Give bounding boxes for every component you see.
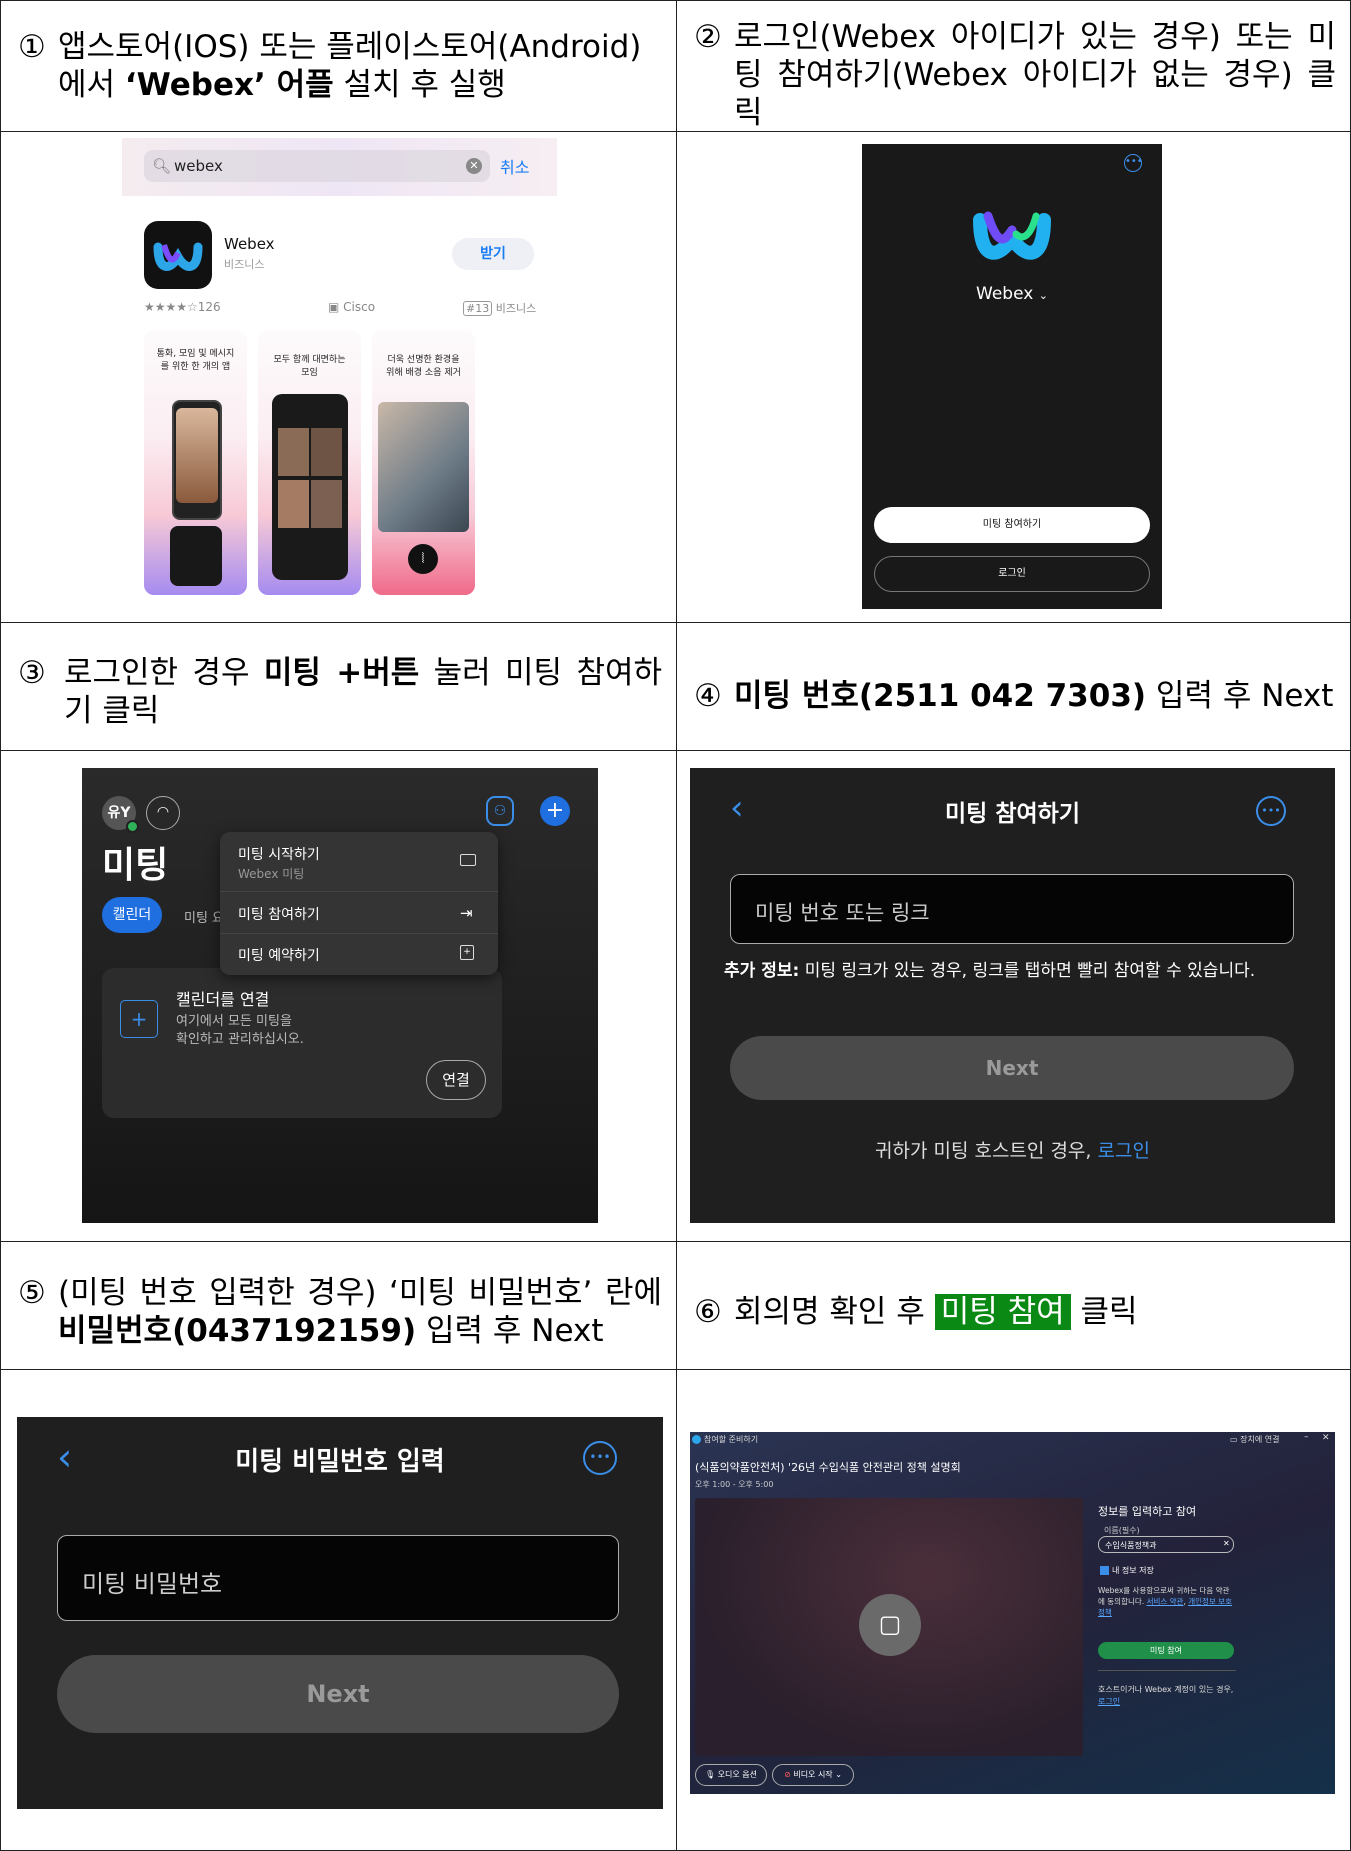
schedule-icon: +	[460, 945, 474, 960]
rank-label: #13 비즈니스	[463, 300, 536, 316]
app-category: 비즈니스	[224, 258, 265, 271]
tab-calendar[interactable]: 캘린더	[102, 897, 162, 933]
step5-text: ⑤ (미팅 번호 입력한 경우) ‘미팅 비밀번호’ 란에 비밀번호(04371…	[18, 1275, 662, 1349]
password-screenshot: ‹ 미팅 비밀번호 입력 ••• 미팅 비밀번호 Next	[17, 1417, 663, 1809]
menu-schedule-meeting[interactable]: 미팅 예약하기 +	[220, 934, 498, 975]
step1-text: ① 앱스토어(IOS) 또는 플레이스토어(Android) 에서 ‘Webex’…	[18, 29, 642, 103]
name-input[interactable]: 수입식품정책과 ✕	[1098, 1536, 1234, 1553]
webex-splash-screenshot: ••• Webex ⌄ 미팅 참여하기 로그인	[862, 144, 1162, 609]
video-off-icon: ⊘	[784, 1770, 794, 1779]
connect-button[interactable]: 연결	[426, 1060, 486, 1100]
webex-app-icon[interactable]	[144, 221, 212, 289]
desktop-join-screenshot: 참여할 준비하기 ▭ 장치에 연결 – ✕ (식품의약품안전처) '26년 수입…	[690, 1432, 1335, 1794]
minimize-icon[interactable]: –	[1304, 1432, 1309, 1442]
preview-card-2: 모두 함께 대면하는 모임	[258, 330, 361, 595]
video-preview: ▢	[695, 1498, 1083, 1756]
wifi-icon[interactable]: ◠	[146, 796, 180, 830]
more-icon[interactable]: •••	[583, 1441, 617, 1475]
calendar-add-icon: +	[120, 1000, 158, 1038]
app-rating: ★★★★☆126	[144, 300, 221, 314]
device-icon: ▭	[1230, 1435, 1241, 1444]
join-meeting-screenshot: ‹ 미팅 참여하기 ••• 미팅 번호 또는 링크 추가 정보: 미팅 링크가 …	[690, 768, 1335, 1223]
menu-start-meeting[interactable]: 미팅 시작하기 Webex 미팅	[220, 832, 498, 892]
login-button[interactable]: 로그인	[874, 556, 1150, 592]
audio-options-button[interactable]: 🎙︎ 오디오 옵션	[695, 1764, 767, 1786]
next-button[interactable]: Next	[57, 1655, 619, 1733]
login-link[interactable]: 로그인	[1098, 1697, 1120, 1706]
more-icon[interactable]: •••	[1124, 154, 1143, 172]
webex-logo	[970, 202, 1054, 268]
step3-text: ③ 로그인한 경우 미팅 +버튼 눌러 미팅 참여하기 클릭	[18, 655, 662, 729]
cancel-button[interactable]: 취소	[500, 154, 529, 178]
mic-icon: 🎙︎	[704, 1770, 718, 1779]
video-icon	[460, 854, 476, 866]
plus-menu: 미팅 시작하기 Webex 미팅 미팅 참여하기 ⇥ 미팅 예약하기 +	[220, 832, 498, 975]
search-input[interactable]: 🔍︎ webex ✕	[144, 150, 490, 182]
search-icon: 🔍︎	[152, 157, 172, 175]
page-title: 미팅 비밀번호 입력	[235, 1447, 445, 1477]
info-text: 추가 정보: 미팅 링크가 있는 경우, 링크를 탭하면 빨리 참여할 수 있습…	[724, 961, 1256, 981]
connect-calendar-card: + 캘린더를 연결 여기에서 모든 미팅을 확인하고 관리하십시오. 연결	[102, 968, 502, 1118]
presence-dot	[126, 820, 139, 833]
more-icon[interactable]: •••	[1256, 796, 1286, 826]
page-title: 미팅 참여하기	[945, 801, 1080, 827]
join-meeting-button[interactable]: 미팅 참여	[1098, 1642, 1234, 1659]
terms-text: Webex를 사용함으로써 귀하는 다음 약관에 동의합니다. 서비스 약관, …	[1098, 1586, 1233, 1617]
webex-small-icon	[692, 1435, 701, 1444]
join-icon: ⇥	[460, 904, 473, 922]
meetings-screenshot: 유Y ◠ ⚇ + 미팅 캘린더 미팅 요약 + 캘린더를 연결 여기에서 모든 …	[82, 768, 598, 1223]
step4-text: ④ 미팅 번호(2511 042 7303) 입력 후 Next	[694, 678, 1334, 714]
people-icon[interactable]: ⚇	[486, 796, 514, 826]
calendar-icon: ▢	[859, 1594, 921, 1656]
chevron-down-icon: ⌄	[1038, 289, 1048, 302]
menu-join-meeting[interactable]: 미팅 참여하기 ⇥	[220, 892, 498, 934]
panel-title: 정보를 입력하고 참여	[1098, 1505, 1197, 1518]
clear-icon[interactable]: ✕	[466, 158, 482, 174]
start-video-button[interactable]: ⊘ 비디오 시작 ⌄	[772, 1764, 854, 1786]
developer-label: ▣ Cisco	[328, 300, 376, 314]
audio-wave-icon: ⦚	[408, 544, 438, 574]
get-button[interactable]: 받기	[452, 238, 534, 270]
preview-card-1: 통화, 모임 및 메시지 를 위한 한 개의 앱	[144, 330, 247, 595]
plus-icon[interactable]: +	[540, 796, 570, 826]
preview-card-3: 더욱 선명한 환경을 위해 배경 소음 제거 ⦚	[372, 330, 475, 595]
app-name: Webex	[224, 235, 275, 253]
login-link[interactable]: 로그인	[1098, 1140, 1150, 1162]
host-note: 호스트이거나 Webex 계정이 있는 경우, 로그인	[1098, 1685, 1234, 1706]
close-icon[interactable]: ✕	[1322, 1433, 1330, 1443]
next-button[interactable]: Next	[730, 1036, 1294, 1100]
meeting-title: (식품의약품안전처) '26년 수입식품 안전관리 정책 설명회	[695, 1461, 961, 1474]
host-login-text: 귀하가 미팅 호스트인 경우, 로그인	[875, 1140, 1150, 1162]
step6-text: ⑥ 회의명 확인 후 미팅 참여 클릭	[694, 1294, 1138, 1330]
brand-selector[interactable]: Webex ⌄	[862, 284, 1162, 304]
appstore-screenshot: 🔍︎ webex ✕ 취소 Webex 비즈니스 받기 ★★★★☆126 ▣ C…	[122, 138, 557, 598]
page-title: 미팅	[102, 845, 169, 886]
password-input[interactable]: 미팅 비밀번호	[57, 1535, 619, 1621]
clear-icon[interactable]: ✕	[1223, 1539, 1230, 1548]
developer-icon: ▣	[328, 300, 344, 314]
meeting-number-input[interactable]: 미팅 번호 또는 링크	[730, 874, 1294, 944]
join-meeting-button[interactable]: 미팅 참여하기	[874, 507, 1150, 543]
checkbox-icon	[1100, 1566, 1109, 1575]
meeting-time: 오후 1:00 - 오후 5:00	[695, 1480, 774, 1489]
device-connect[interactable]: ▭ 장치에 연결	[1230, 1434, 1279, 1445]
step2-text: ② 로그인(Webex 아이디가 있는 경우) 또는 미팅 참여하기(Webex …	[694, 19, 1336, 131]
terms-link[interactable]: 서비스 약관	[1147, 1597, 1184, 1606]
save-info-checkbox[interactable]: 내 정보 저장	[1100, 1565, 1154, 1576]
